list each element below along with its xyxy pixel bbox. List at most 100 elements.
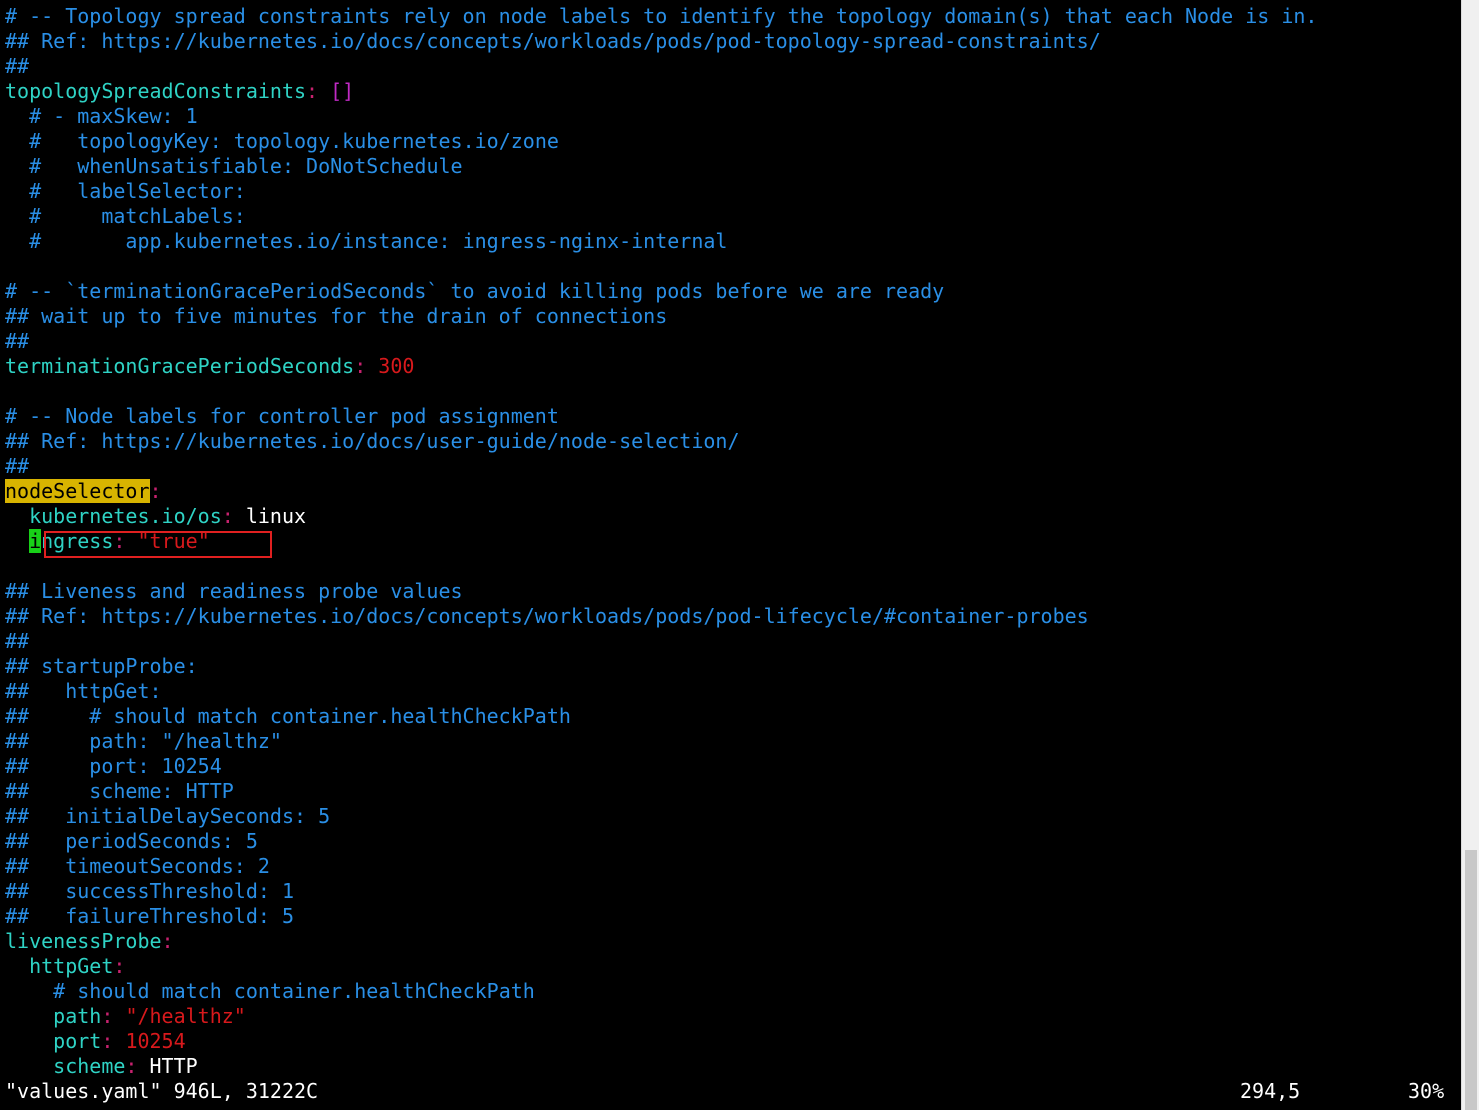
editor-buffer[interactable]: # -- Topology spread constraints rely on… — [5, 4, 1461, 1079]
code-line[interactable]: ## successThreshold: 1 — [5, 879, 1461, 904]
code-line[interactable]: ## Liveness and readiness probe values — [5, 579, 1461, 604]
code-token: # should match container.healthCheckPath — [53, 979, 535, 1003]
code-token: # topologyKey: topology.kubernetes.io/zo… — [29, 129, 559, 153]
code-token: # whenUnsatisfiable: DoNotSchedule — [29, 154, 463, 178]
code-token: ## # should match container.healthCheckP… — [5, 704, 571, 728]
code-line[interactable]: ## # should match container.healthCheckP… — [5, 704, 1461, 729]
code-line[interactable]: port: 10254 — [5, 1029, 1461, 1054]
code-token: ## successThreshold: 1 — [5, 879, 294, 903]
code-token: : — [113, 529, 126, 553]
code-line[interactable]: # whenUnsatisfiable: DoNotSchedule — [5, 154, 1461, 179]
code-line[interactable]: ingress: "true" — [5, 529, 1461, 554]
code-token: ## — [5, 629, 30, 653]
code-line[interactable]: ## httpGet: — [5, 679, 1461, 704]
code-line[interactable]: kubernetes.io/os: linux — [5, 504, 1461, 529]
code-token: "true" — [137, 529, 210, 553]
code-token: : — [113, 954, 126, 978]
code-token: : — [125, 1054, 138, 1078]
code-line[interactable]: # - maxSkew: 1 — [5, 104, 1461, 129]
code-token: ## wait up to five minutes for the drain… — [5, 304, 668, 328]
code-token: ## Liveness and readiness probe values — [5, 579, 463, 603]
code-token: : — [306, 79, 319, 103]
code-line[interactable]: # should match container.healthCheckPath — [5, 979, 1461, 1004]
code-token: scheme — [53, 1054, 126, 1078]
code-line[interactable]: scheme: HTTP — [5, 1054, 1461, 1079]
code-line[interactable]: ## — [5, 329, 1461, 354]
code-line[interactable]: ## — [5, 54, 1461, 79]
code-line[interactable]: ## scheme: HTTP — [5, 779, 1461, 804]
code-token: kubernetes.io/os — [29, 504, 222, 528]
scrollbar-thumb[interactable] — [1465, 850, 1477, 1110]
code-line[interactable]: httpGet: — [5, 954, 1461, 979]
code-token: ## — [5, 454, 30, 478]
code-line[interactable]: # app.kubernetes.io/instance: ingress-ng… — [5, 229, 1461, 254]
code-token: HTTP — [137, 1054, 198, 1078]
status-cursor-position: 294,5 — [1240, 1079, 1301, 1103]
code-line[interactable]: # -- Node labels for controller pod assi… — [5, 404, 1461, 429]
code-token: # labelSelector: — [29, 179, 246, 203]
vim-terminal-window[interactable]: # -- Topology spread constraints rely on… — [0, 0, 1479, 1110]
vertical-scrollbar[interactable] — [1461, 0, 1479, 1110]
code-line[interactable]: ## startupProbe: — [5, 654, 1461, 679]
code-line[interactable]: nodeSelector: — [5, 479, 1461, 504]
code-line[interactable]: livenessProbe: — [5, 929, 1461, 954]
code-token: : — [221, 504, 234, 528]
code-token: : — [161, 929, 174, 953]
code-token: # -- Topology spread constraints rely on… — [5, 4, 1318, 28]
code-token: # -- Node labels for controller pod assi… — [5, 404, 559, 428]
code-token: ## path: "/healthz" — [5, 729, 282, 753]
code-token: # - maxSkew: 1 — [29, 104, 198, 128]
code-token: port — [53, 1029, 102, 1053]
code-token: 10254 — [125, 1029, 186, 1053]
code-token: ## httpGet: — [5, 679, 162, 703]
code-line[interactable]: ## initialDelaySeconds: 5 — [5, 804, 1461, 829]
code-line[interactable]: topologySpreadConstraints: [] — [5, 79, 1461, 104]
search-match: nodeSelector — [5, 479, 150, 503]
code-line[interactable]: terminationGracePeriodSeconds: 300 — [5, 354, 1461, 379]
code-line[interactable]: ## path: "/healthz" — [5, 729, 1461, 754]
code-line[interactable]: ## failureThreshold: 5 — [5, 904, 1461, 929]
code-line[interactable]: ## periodSeconds: 5 — [5, 829, 1461, 854]
code-line[interactable]: ## timeoutSeconds: 2 — [5, 854, 1461, 879]
code-token: terminationGracePeriodSeconds — [5, 354, 355, 378]
code-token: topologySpreadConstraints — [5, 79, 307, 103]
code-line[interactable]: # -- `terminationGracePeriodSeconds` to … — [5, 279, 1461, 304]
text-cursor: i — [29, 529, 42, 553]
code-token: [] — [330, 79, 355, 103]
code-token: ## Ref: https://kubernetes.io/docs/conce… — [5, 29, 1101, 53]
code-token: ## failureThreshold: 5 — [5, 904, 294, 928]
code-token: : — [101, 1004, 114, 1028]
code-line[interactable]: ## — [5, 454, 1461, 479]
code-line[interactable]: # matchLabels: — [5, 204, 1461, 229]
code-token: : — [354, 354, 367, 378]
code-line[interactable]: ## wait up to five minutes for the drain… — [5, 304, 1461, 329]
code-line[interactable]: ## Ref: https://kubernetes.io/docs/conce… — [5, 604, 1461, 629]
code-line[interactable]: # -- Topology spread constraints rely on… — [5, 4, 1461, 29]
code-line[interactable]: # labelSelector: — [5, 179, 1461, 204]
code-token: ## scheme: HTTP — [5, 779, 234, 803]
code-line[interactable] — [5, 254, 1461, 279]
code-line[interactable]: path: "/healthz" — [5, 1004, 1461, 1029]
code-line[interactable] — [5, 554, 1461, 579]
code-token: ## startupProbe: — [5, 654, 198, 678]
code-token: ## — [5, 54, 30, 78]
code-line[interactable]: # topologyKey: topology.kubernetes.io/zo… — [5, 129, 1461, 154]
code-line[interactable]: ## port: 10254 — [5, 754, 1461, 779]
code-token: 300 — [378, 354, 415, 378]
code-line[interactable] — [5, 379, 1461, 404]
code-line[interactable]: ## Ref: https://kubernetes.io/docs/user-… — [5, 429, 1461, 454]
code-token: path — [53, 1004, 102, 1028]
code-token: # matchLabels: — [29, 204, 246, 228]
code-line[interactable]: ## — [5, 629, 1461, 654]
code-line[interactable]: ## Ref: https://kubernetes.io/docs/conce… — [5, 29, 1461, 54]
